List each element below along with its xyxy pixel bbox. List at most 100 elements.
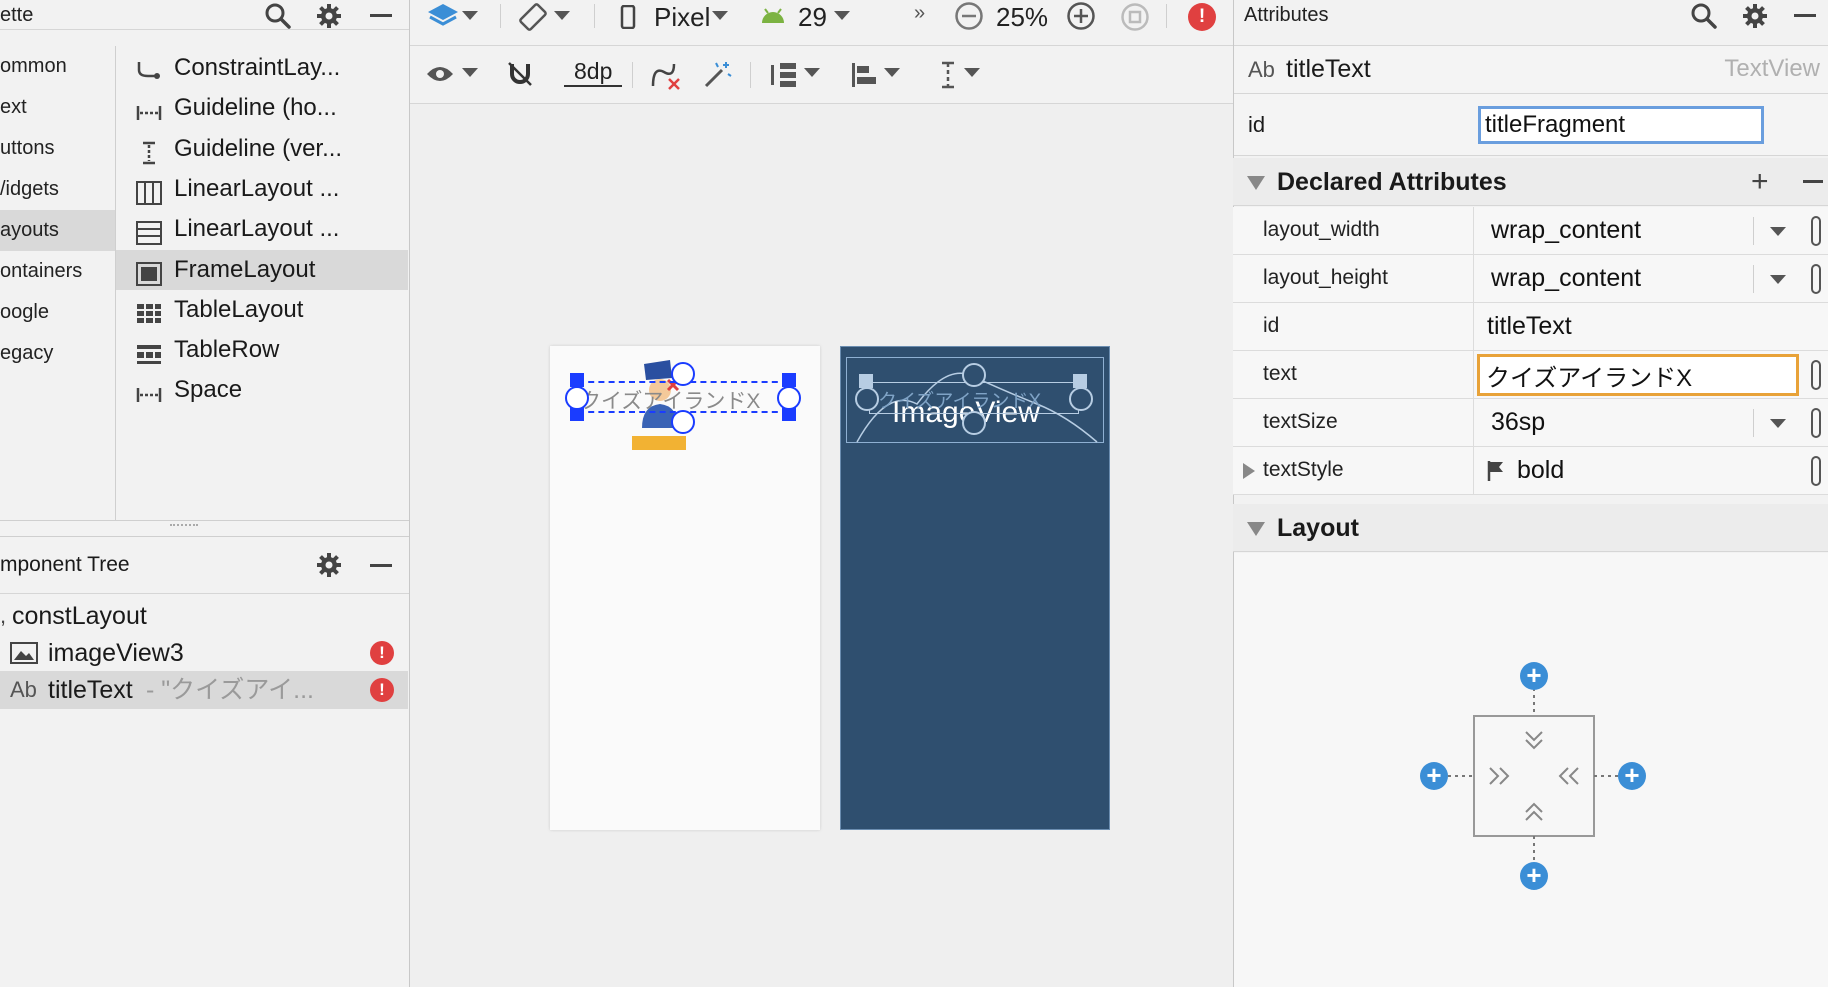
pack-icon[interactable] [768, 60, 798, 90]
design-canvas[interactable]: クイズアイランドX ImageView クイズアイランドX [410, 104, 1233, 987]
id-field[interactable] [1478, 106, 1764, 144]
remove-attribute-icon[interactable] [1803, 180, 1823, 183]
clear-constraints-icon[interactable] [650, 60, 682, 90]
text-value-field[interactable] [1477, 354, 1799, 396]
palette-category[interactable]: ommon [0, 46, 115, 87]
palette-category[interactable]: ext [0, 87, 115, 128]
blueprint-anchor-left[interactable] [855, 387, 879, 411]
expand-triangle-icon[interactable] [1243, 463, 1255, 479]
toggle-pill[interactable] [1811, 456, 1821, 486]
default-margin-selector[interactable]: 8dp [564, 58, 623, 87]
chevron-down-icon[interactable] [964, 68, 980, 77]
chevron-down-icon[interactable] [1770, 275, 1786, 284]
palette-item[interactable]: TableLayout [116, 290, 408, 330]
chevron-down-icon[interactable] [712, 11, 728, 20]
tree-expand-icon[interactable]: , [0, 597, 6, 635]
palette-category[interactable]: ayouts [0, 210, 115, 251]
add-attribute-icon[interactable]: + [1751, 167, 1769, 197]
attr-row-text[interactable]: text [1233, 351, 1828, 399]
constraint-anchor-right[interactable] [777, 386, 801, 410]
add-left-constraint-icon[interactable]: + [1420, 762, 1448, 790]
tree-node-root[interactable]: , constLayout [0, 597, 408, 635]
chevron-down-icon[interactable] [462, 68, 478, 77]
attr-row-text-size[interactable]: textSize 36sp [1233, 399, 1828, 447]
add-right-constraint-icon[interactable]: + [1618, 762, 1646, 790]
gear-icon[interactable] [316, 3, 342, 29]
device-phone-icon[interactable] [620, 5, 636, 29]
tree-node-imageview[interactable]: imageView3 ! [0, 634, 408, 672]
palette-item[interactable]: Guideline (ho... [116, 88, 408, 128]
chevron-down-icon[interactable] [554, 11, 570, 20]
palette-category[interactable]: oogle [0, 292, 115, 333]
add-top-constraint-icon[interactable]: + [1520, 662, 1548, 690]
align-icon[interactable] [850, 60, 878, 90]
gear-icon[interactable] [1742, 3, 1768, 29]
flag-icon[interactable] [1487, 460, 1505, 482]
infer-constraints-icon[interactable] [702, 60, 732, 90]
blueprint-anchor-right[interactable] [1069, 387, 1093, 411]
palette-item[interactable]: TableRow [116, 330, 408, 370]
toggle-pill[interactable] [1811, 360, 1821, 390]
chevron-down-icon[interactable] [462, 11, 478, 20]
attr-row-layout-height[interactable]: layout_height wrap_content [1233, 255, 1828, 303]
minimize-icon[interactable] [370, 14, 392, 17]
palette-item[interactable]: LinearLayout ... [116, 209, 408, 249]
palette-item[interactable]: ConstraintLay... [116, 48, 408, 88]
constraint-anchor-left[interactable] [565, 386, 589, 410]
gear-icon[interactable] [316, 552, 342, 578]
minimize-icon[interactable] [1794, 14, 1816, 17]
collapse-triangle-icon[interactable] [1247, 522, 1265, 536]
search-icon[interactable] [264, 2, 292, 30]
blueprint-anchor-top[interactable] [962, 363, 986, 387]
palette-item[interactable]: Guideline (ver... [116, 129, 408, 169]
zoom-in-icon[interactable] [1066, 1, 1096, 31]
overflow-icon[interactable]: » [914, 2, 925, 25]
attr-row-text-style[interactable]: textStyle bold [1233, 447, 1828, 495]
api-level-selector[interactable]: 29 [798, 2, 827, 33]
tree-node-titletext[interactable]: Ab titleText - "クイズアイ... ! [0, 671, 408, 709]
chevron-down-icon[interactable] [1770, 419, 1786, 428]
add-bottom-constraint-icon[interactable]: + [1520, 862, 1548, 890]
error-icon[interactable]: ! [370, 641, 394, 665]
device-selector[interactable]: Pixel [654, 2, 710, 33]
search-icon[interactable] [1690, 2, 1718, 30]
constraint-anchor-top[interactable] [671, 362, 695, 386]
magnet-off-icon[interactable] [506, 60, 534, 88]
zoom-fit-icon[interactable] [1120, 2, 1150, 32]
resize-handle-top-right[interactable] [782, 373, 796, 387]
resize-handle-top-left[interactable] [570, 373, 584, 387]
minimize-icon[interactable] [370, 564, 392, 567]
android-icon[interactable] [760, 8, 786, 24]
toggle-pill[interactable] [1811, 408, 1821, 438]
rotate-device-icon[interactable] [518, 2, 548, 32]
layers-icon[interactable] [426, 2, 460, 32]
layout-width-value[interactable]: wrap_content [1491, 216, 1641, 245]
palette-category[interactable]: /idgets [0, 169, 115, 210]
chevron-down-icon[interactable] [804, 68, 820, 77]
blueprint-handle-left[interactable] [859, 374, 873, 388]
layout-section-header[interactable]: Layout [1233, 504, 1828, 552]
palette-item[interactable]: FrameLayout [116, 249, 408, 290]
splitter-handle[interactable] [170, 524, 198, 528]
eye-icon[interactable] [426, 64, 454, 84]
blueprint-handle-right[interactable] [1073, 374, 1087, 388]
declared-attributes-header[interactable]: Declared Attributes + [1233, 158, 1828, 206]
toggle-pill[interactable] [1811, 264, 1821, 294]
id-value[interactable]: titleText [1487, 312, 1572, 341]
collapse-triangle-icon[interactable] [1247, 176, 1265, 190]
chevron-down-icon[interactable] [884, 68, 900, 77]
layout-height-value[interactable]: wrap_content [1491, 264, 1641, 293]
palette-item[interactable]: Space [116, 370, 408, 410]
chevron-down-icon[interactable] [1770, 227, 1786, 236]
text-style-value[interactable]: bold [1517, 456, 1564, 485]
attr-row-layout-width[interactable]: layout_width wrap_content [1233, 207, 1828, 255]
toggle-pill[interactable] [1811, 216, 1821, 246]
constraint-anchor-bottom[interactable] [671, 410, 695, 434]
attr-row-id[interactable]: id titleText [1233, 303, 1828, 351]
error-icon[interactable]: ! [370, 678, 394, 702]
error-icon[interactable]: ! [1188, 3, 1216, 31]
chevron-down-icon[interactable] [834, 11, 850, 20]
design-surface[interactable]: クイズアイランドX [550, 346, 820, 830]
blueprint-anchor-bottom[interactable] [962, 411, 986, 435]
palette-category[interactable]: egacy [0, 333, 115, 374]
